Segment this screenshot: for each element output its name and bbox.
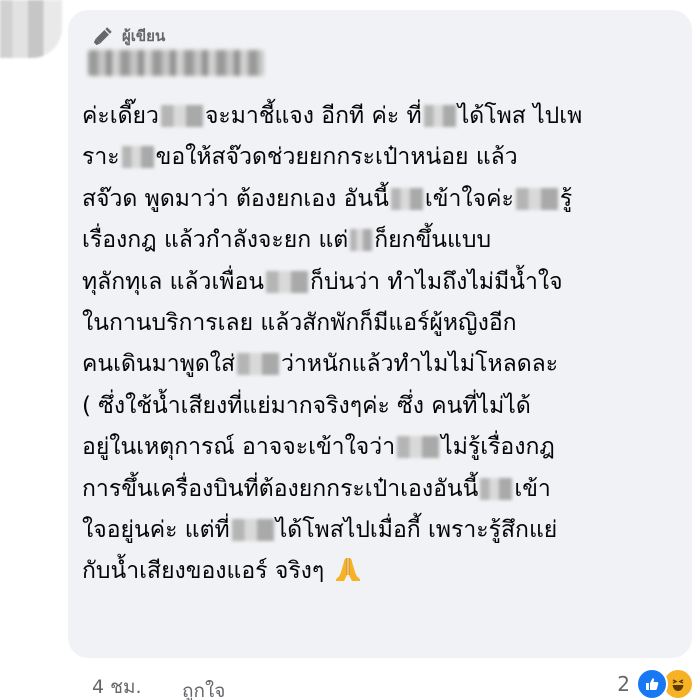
text-segment: อยู่ในเหตุการณ์ อาจจะเข้าใจว่า: [82, 434, 396, 461]
text-segment: การขึ้นเครื่องบินที่ต้องยกกระเป๋าเองอันน…: [82, 475, 479, 502]
author-name-redacted[interactable]: [88, 50, 264, 76]
text-segment: ใจอยู่นค่ะ แต่ที่: [82, 516, 230, 543]
author-badge-label: ผู้เขียน: [122, 27, 166, 45]
text-segment: เข้าใจค่ะ: [424, 185, 514, 212]
comment-line: ( ซึ่งใช้น้ำเสียงที่แย่มากจริงๆค่ะ ซึ่ง …: [82, 386, 686, 427]
comment-line: การขึ้นเครื่องบินที่ต้องยกกระเป๋าเองอันน…: [82, 469, 686, 510]
text-segment: จะมาชี้แจง อีกที ค่ะ ที่: [204, 103, 422, 129]
comment-timestamp[interactable]: 4 ชม.: [92, 672, 142, 700]
comment-line: ราะ ขอให้สจ๊วดช่วยยกกระเป๋าหน่อย แล้ว: [82, 137, 686, 178]
comment-line: อยู่ในเหตุการณ์ อาจจะเข้าใจว่า ไม่รู้เรื่…: [82, 427, 686, 468]
text-segment: สจ๊วด พูดมาว่า ต้องยกเอง อันนี้: [82, 185, 389, 212]
text-segment: ไม่รู้เรื่องกฎ: [441, 434, 555, 461]
comment-line: สจ๊วด พูดมาว่า ต้องยกเอง อันนี้ เข้าใจค่ะ…: [82, 179, 686, 220]
comment-line: ในกานบริการเลย แล้วสักพักก็มีแอร์ผู้หญิง…: [82, 303, 686, 344]
reaction-summary[interactable]: 2: [617, 668, 694, 700]
text-segment: ก็ยกขึ้นแบบ: [374, 227, 492, 254]
comment-screenshot: ผู้เขียน ค่ะเดี๊ยว จะมาชี้แจง อีกที ค่ะ ท…: [0, 0, 700, 700]
text-segment: กับน้ำเสียงของแอร์ จริงๆ: [82, 558, 325, 585]
like-icon: [636, 668, 668, 700]
text-segment: ( ซึ่งใช้น้ำเสียงที่แย่มากจริงๆค่ะ ซึ่ง …: [82, 392, 531, 419]
text-segment: ในกานบริการเลย แล้วสักพักก็มีแอร์ผู้หญิง…: [82, 309, 517, 336]
avatar[interactable]: [0, 0, 62, 58]
text-segment: ค่ะเดี๊ยว: [82, 103, 159, 129]
redacted-text: [480, 477, 513, 500]
text-segment: เรื่องกฎ แล้วกำลังจะยก แต่: [82, 227, 349, 254]
redacted-text: [390, 187, 423, 210]
text-segment: ก็บ่นว่า ทำไมถึงไม่มีน้ำใจ: [310, 268, 563, 295]
comment-line: ทุลักทุเล แล้วเพื่อน ก็บ่นว่า ทำไมถึงไม่ม…: [82, 262, 686, 303]
reaction-count: 2: [617, 672, 630, 696]
text-segment: คนเดินมาพูดใส่: [82, 351, 236, 378]
comment-footer: 4 ชม. ถูกใจ 2: [0, 664, 700, 700]
comment-line: ค่ะเดี๊ยว จะมาชี้แจง อีกที ค่ะ ที่ ได้โพส …: [82, 96, 686, 137]
comment-text: ค่ะเดี๊ยว จะมาชี้แจง อีกที ค่ะ ที่ ได้โพส …: [82, 96, 686, 593]
redacted-text: [397, 436, 440, 459]
redacted-text: [121, 146, 154, 169]
comment-line: คนเดินมาพูดใส่ ว่าหนักแล้วทำไมไม่โหลดละ: [82, 344, 686, 385]
redacted-text: [160, 105, 203, 127]
microphone-icon: [93, 27, 112, 46]
text-segment: ขอให้สจ๊วดช่วยยกกระเป๋าหน่อย แล้ว: [155, 144, 518, 171]
text-segment: ทุลักทุเล แล้วเพื่อน: [82, 268, 265, 295]
redacted-text: [350, 229, 373, 252]
text-segment: ได้โพส ไปเพ: [457, 103, 583, 129]
redacted-text: [237, 353, 280, 376]
text-segment: เข้า: [514, 475, 551, 502]
comment-line: เรื่องกฎ แล้วกำลังจะยก แต่ ก็ยกขึ้นแบบ: [82, 220, 686, 261]
comment-line: ใจอยู่นค่ะ แต่ที่ ได้โพสไปเมื่อกี้ เพราะร…: [82, 510, 686, 551]
author-badge: ผู้เขียน: [92, 24, 165, 48]
like-button[interactable]: ถูกใจ: [182, 676, 225, 700]
folded-hands-icon: [334, 555, 362, 596]
text-segment: ราะ: [82, 144, 120, 171]
text-segment: ว่าหนักแล้วทำไมไม่โหลดละ: [281, 351, 559, 378]
text-segment: ได้โพสไปเมื่อกี้ เพราะรู้สึกแย่: [275, 516, 558, 543]
text-segment: รู้: [559, 185, 573, 212]
comment-bubble: ผู้เขียน ค่ะเดี๊ยว จะมาชี้แจง อีกที ค่ะ ท…: [68, 10, 692, 658]
redacted-text: [231, 518, 274, 541]
comment-line: กับน้ำเสียงของแอร์ จริงๆ: [82, 551, 686, 592]
redacted-text: [515, 187, 558, 210]
redacted-text: [423, 105, 456, 127]
redacted-text: [266, 270, 309, 293]
